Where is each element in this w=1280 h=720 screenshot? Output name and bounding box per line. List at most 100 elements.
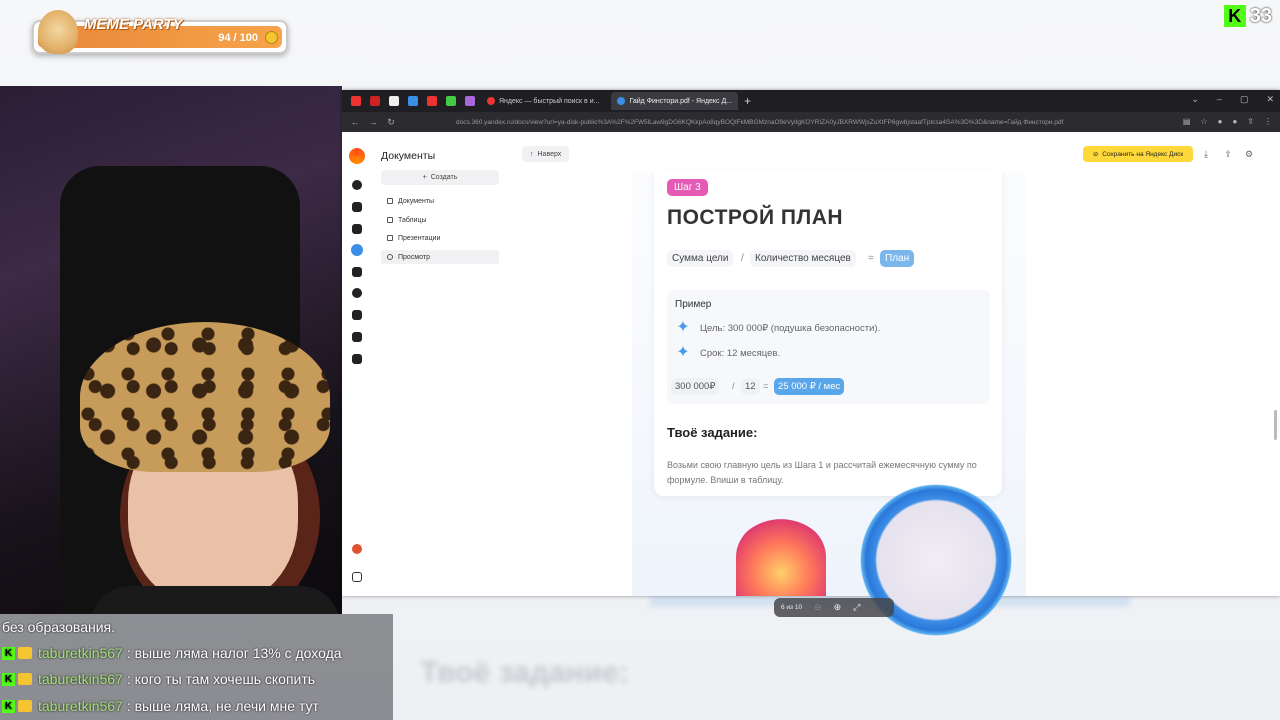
url-field[interactable]: docs.360.yandex.ru/docs/view?url=ya-disk… [456, 119, 1096, 126]
tab-yandex-search[interactable]: Яндекс — быстрый поиск в и... [481, 92, 605, 110]
meme-party-widget: MEME PARTY 94 / 100 [32, 10, 288, 54]
fullscreen-icon[interactable]: ⤢ [853, 602, 860, 613]
stream-chat: без образования. Ktaburetkin567: выше ля… [0, 614, 393, 720]
pinned-tab-icon[interactable] [370, 96, 380, 106]
coin-icon [265, 31, 278, 44]
doge-icon [38, 10, 78, 54]
zoom-out-icon[interactable]: ⊖ [814, 602, 822, 613]
maximize-icon[interactable]: ▢ [1240, 94, 1249, 105]
tab-bar: Яндекс — быстрый поиск в и... Гайд Финст… [342, 90, 1280, 112]
chat-message: Ktaburetkin567: кого ты там хочешь скопи… [2, 667, 315, 691]
download-icon[interactable]: ⤓ [1201, 149, 1211, 159]
pinned-tab-icon[interactable] [446, 96, 456, 106]
telemost-icon[interactable] [352, 288, 362, 298]
calc-operator: / [732, 381, 735, 392]
calc-operator: = [763, 381, 769, 392]
create-label: Создать [430, 174, 458, 181]
tab-guide-pdf[interactable]: Гайд Финстори.pdf - Яндекс Д... [611, 92, 739, 110]
sidebar-item-presentations[interactable]: Презентации [381, 231, 499, 245]
example-box: Пример ✦ Цель: 300 000₽ (подушка безопасн… [667, 290, 990, 404]
star-icon[interactable]: ☆ [1200, 117, 1207, 126]
sidebar-item-documents[interactable]: Документы [381, 194, 499, 208]
extension-icon[interactable]: ● [1218, 117, 1223, 126]
menu-icon[interactable]: ⋮ [1264, 117, 1272, 126]
example-term-text: Срок: 12 месяцев. [700, 347, 781, 359]
pinned-tab-icon[interactable] [408, 96, 418, 106]
minimize-icon[interactable]: – [1217, 94, 1222, 105]
chat-message: Ktaburetkin567: выше ляма, не лечи мне т… [2, 694, 319, 718]
background-blurred-text: Твоё задание: [420, 656, 629, 689]
zoom-in-icon[interactable]: ⊕ [834, 602, 842, 613]
sparkle-icon: ✦ [676, 344, 690, 361]
calendar-icon[interactable] [352, 267, 362, 277]
docs-icon[interactable] [351, 244, 363, 256]
tab-label: Яндекс — быстрый поиск в и... [499, 97, 600, 105]
kick-viewer-counter: K 33 [1223, 4, 1272, 28]
kick-badge-icon: K [2, 646, 15, 660]
docs-sidebar: Документы + Создать Документы Таблицы Пре… [376, 132, 504, 596]
profile-icon[interactable]: ● [1232, 117, 1237, 126]
chat-text: : выше ляма налог 13% с дохода [126, 645, 342, 661]
mail-icon[interactable] [352, 202, 362, 212]
forward-icon[interactable]: → [368, 117, 378, 127]
chat-text: : выше ляма, не лечи мне тут [126, 698, 319, 714]
chevron-down-icon[interactable]: ⌄ [1191, 94, 1199, 105]
share-icon[interactable]: ⇧ [1223, 149, 1233, 159]
logout-icon[interactable] [352, 572, 362, 582]
save-label: Сохранить на Яндекс Диск [1102, 150, 1184, 158]
scroll-up-button[interactable]: ↑ Наверх [522, 146, 570, 162]
example-term: ✦ Срок: 12 месяцев. [675, 345, 780, 361]
pdf-page: Шаг 3 ПОСТРОЙ ПЛАН Сумма цели / Количест… [632, 172, 1026, 640]
viewer-count: 33 [1249, 4, 1272, 27]
plus-icon: + [422, 174, 427, 181]
new-tab-button[interactable]: + [744, 94, 751, 108]
apps-grid-icon[interactable] [352, 354, 362, 364]
table-icon [387, 217, 393, 223]
sidebar-item-tables[interactable]: Таблицы [381, 213, 499, 227]
messenger-icon[interactable] [352, 224, 362, 234]
disk-icon: ⊘ [1092, 151, 1099, 158]
scrollbar[interactable] [1274, 410, 1277, 440]
subscriber-badge-icon [18, 647, 32, 659]
settings-icon[interactable]: ⚙ [1244, 149, 1254, 159]
flame-illustration [736, 518, 826, 596]
sidebar-item-label: Таблицы [398, 216, 427, 224]
step-badge: Шаг 3 [667, 179, 708, 196]
subscriber-badge-icon [18, 700, 32, 712]
page-counter: 6 из 10 [781, 604, 803, 611]
example-goal-text: Цель: 300 000₽ (подушка безопасности). [700, 322, 881, 334]
chat-username: taburetkin567 [38, 671, 123, 687]
pinned-tab-icon[interactable] [351, 96, 361, 106]
browser-extensions: ▤ ☆ ● ● ⇪ ⋮ [1183, 117, 1272, 126]
create-button[interactable]: + Создать [381, 170, 499, 185]
forms-icon[interactable] [352, 332, 362, 342]
kick-logo-icon: K [1223, 5, 1246, 27]
document-icon [387, 198, 393, 204]
user-avatar[interactable] [352, 544, 362, 554]
chat-text: : кого ты там хочешь скопить [126, 671, 316, 687]
pinned-tab-icon[interactable] [427, 96, 437, 106]
pinned-tab-icon[interactable] [389, 96, 399, 106]
reload-icon[interactable]: ↻ [386, 117, 396, 128]
chat-text: без образования. [2, 619, 116, 635]
notes-icon[interactable] [352, 310, 362, 320]
kick-badge-icon: K [2, 699, 15, 713]
chat-username: taburetkin567 [38, 698, 123, 714]
save-to-disk-button[interactable]: ⊘ Сохранить на Яндекс Диск [1083, 146, 1193, 162]
streamer-body [90, 586, 340, 614]
yandex-360-logo-icon[interactable] [349, 148, 365, 164]
formula-chip: Сумма цели [667, 250, 734, 267]
disk-icon[interactable] [352, 180, 362, 190]
pinned-tab-icon[interactable] [465, 96, 475, 106]
close-icon[interactable]: ✕ [1266, 94, 1274, 105]
reader-icon[interactable]: ▤ [1183, 117, 1191, 126]
sidebar-item-label: Презентации [398, 234, 441, 242]
sidebar-item-view[interactable]: Просмотр [381, 250, 499, 264]
example-title: Пример [675, 299, 712, 310]
back-icon[interactable]: ← [350, 117, 360, 127]
calc-chip: 12 [741, 378, 760, 395]
share-icon[interactable]: ⇪ [1247, 117, 1254, 126]
calc-result-chip: 25 000 ₽ / мес [774, 378, 845, 395]
meme-party-count: 94 / 100 [218, 32, 258, 44]
kick-badge-icon: K [2, 672, 15, 686]
